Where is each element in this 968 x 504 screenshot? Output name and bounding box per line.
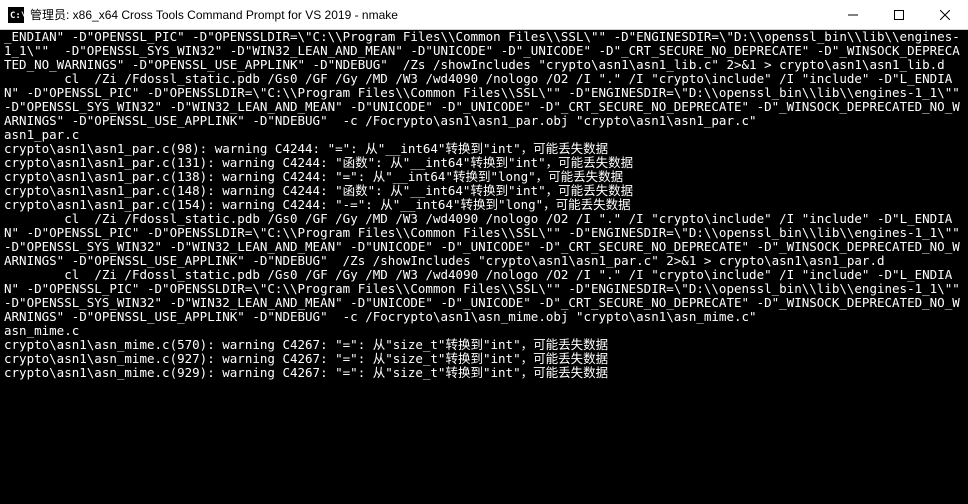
- minimize-button[interactable]: [830, 0, 876, 29]
- terminal-line: crypto\asn1\asn1_par.c(131): warning C42…: [4, 156, 964, 170]
- maximize-button[interactable]: [876, 0, 922, 29]
- terminal-line: cl /Zi /Fdossl_static.pdb /Gs0 /GF /Gy /…: [4, 268, 964, 324]
- terminal-line: asn1_par.c: [4, 128, 964, 142]
- cmd-icon: C:\: [8, 7, 24, 23]
- terminal-output[interactable]: _ENDIAN" -D"OPENSSL_PIC" -D"OPENSSLDIR=\…: [0, 30, 968, 504]
- window-controls: [830, 0, 968, 29]
- terminal-line: cl /Zi /Fdossl_static.pdb /Gs0 /GF /Gy /…: [4, 72, 964, 128]
- terminal-line: crypto\asn1\asn1_par.c(154): warning C42…: [4, 198, 964, 212]
- svg-text:C:\: C:\: [10, 11, 24, 21]
- terminal-line: crypto\asn1\asn1_par.c(148): warning C42…: [4, 184, 964, 198]
- terminal-line: crypto\asn1\asn1_par.c(98): warning C424…: [4, 142, 964, 156]
- terminal-line: asn_mime.c: [4, 324, 964, 338]
- terminal-line: crypto\asn1\asn1_par.c(138): warning C42…: [4, 170, 964, 184]
- close-button[interactable]: [922, 0, 968, 29]
- terminal-line: cl /Zi /Fdossl_static.pdb /Gs0 /GF /Gy /…: [4, 212, 964, 268]
- terminal-line: _ENDIAN" -D"OPENSSL_PIC" -D"OPENSSLDIR=\…: [4, 30, 964, 72]
- terminal-line: crypto\asn1\asn_mime.c(570): warning C42…: [4, 338, 964, 352]
- terminal-line: crypto\asn1\asn_mime.c(929): warning C42…: [4, 366, 964, 380]
- terminal-line: crypto\asn1\asn_mime.c(927): warning C42…: [4, 352, 964, 366]
- window-titlebar[interactable]: C:\ 管理员: x86_x64 Cross Tools Command Pro…: [0, 0, 968, 30]
- window-title: 管理员: x86_x64 Cross Tools Command Prompt …: [30, 6, 830, 23]
